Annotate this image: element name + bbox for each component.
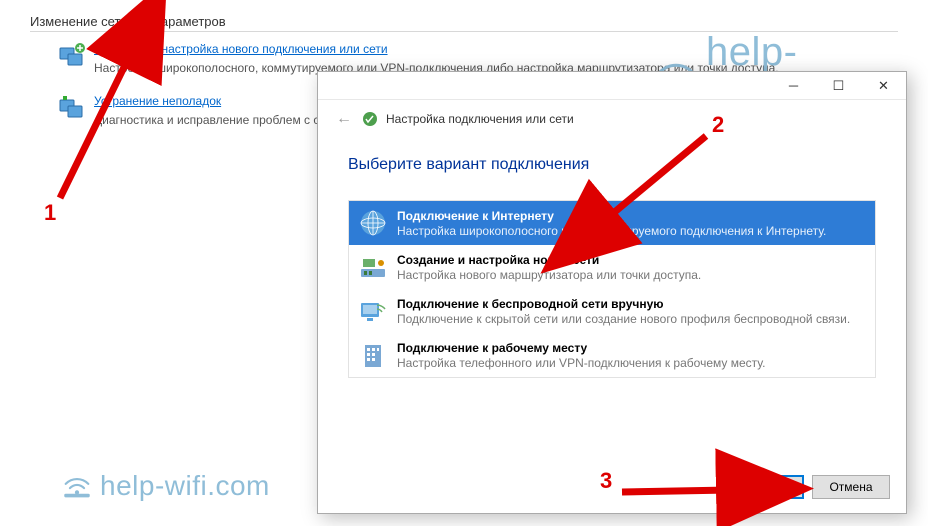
next-button[interactable]: Далее [726, 475, 804, 499]
dialog-title: Настройка подключения или сети [386, 112, 574, 126]
monitor-wifi-icon [357, 295, 389, 327]
titlebar: ─ ☐ ✕ [318, 72, 906, 100]
option-desc: Настройка нового маршрутизатора или точк… [397, 268, 701, 282]
option-internet[interactable]: Подключение к Интернету Настройка широко… [349, 201, 875, 245]
connection-dialog: ─ ☐ ✕ ← Настройка подключения или сети В… [317, 71, 907, 514]
option-new-network[interactable]: Создание и настройка новой сети Настройк… [349, 245, 875, 289]
dialog-instruction: Выберите вариант подключения [348, 156, 876, 174]
wifi-icon [60, 472, 94, 500]
watermark-bottom: help-wifi.com [60, 470, 270, 502]
cancel-button[interactable]: Отмена [812, 475, 890, 499]
option-title: Подключение к Интернету [397, 209, 826, 223]
option-desc: Настройка широкополосного или коммутируе… [397, 224, 826, 238]
new-connection-link[interactable]: Создание и настройка нового подключения … [94, 42, 388, 56]
dialog-footer: Далее Отмена [726, 475, 890, 499]
new-connection-icon [58, 42, 88, 70]
close-button[interactable]: ✕ [861, 72, 906, 100]
maximize-button[interactable]: ☐ [816, 72, 861, 100]
option-desc: Подключение к скрытой сети или создание … [397, 312, 850, 326]
option-title: Подключение к рабочему месту [397, 341, 765, 355]
troubleshoot-icon [58, 94, 88, 122]
building-icon [357, 339, 389, 371]
minimize-button[interactable]: ─ [771, 72, 816, 100]
dialog-icon [362, 111, 378, 127]
back-arrow-icon[interactable]: ← [332, 108, 356, 130]
option-title: Подключение к беспроводной сети вручную [397, 297, 850, 311]
router-icon [357, 251, 389, 283]
option-wireless-manual[interactable]: Подключение к беспроводной сети вручную … [349, 289, 875, 333]
option-title: Создание и настройка новой сети [397, 253, 701, 267]
section-title: Изменение сетевых параметров [30, 14, 898, 29]
option-workplace[interactable]: Подключение к рабочему месту Настройка т… [349, 333, 875, 377]
options-list: Подключение к Интернету Настройка широко… [348, 200, 876, 378]
troubleshoot-link[interactable]: Устранение неполадок [94, 94, 221, 108]
globe-icon [357, 207, 389, 239]
watermark-text: help-wifi.com [100, 470, 270, 502]
dialog-header: ← Настройка подключения или сети [318, 100, 906, 134]
option-desc: Настройка телефонного или VPN-подключени… [397, 356, 765, 370]
